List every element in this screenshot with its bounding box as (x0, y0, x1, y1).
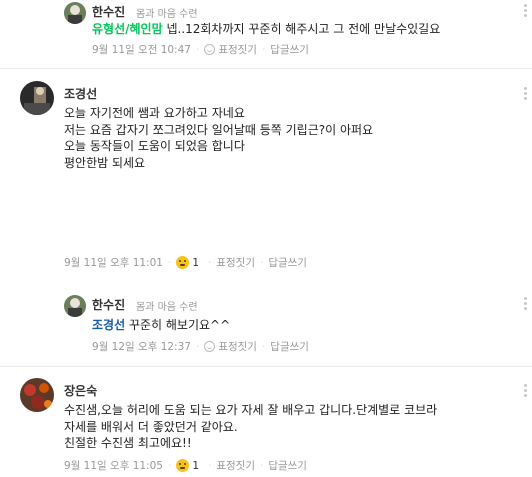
timestamp: 9월 11일 오전 10:47 (92, 44, 191, 56)
member-grade: 몸과 마음 수련 (136, 9, 198, 20)
comment-body: 넵..12회차까지 꾸준히 해주시고 그 전에 만날수있길요 (166, 22, 441, 36)
author-name[interactable]: 한수진 (92, 296, 125, 313)
mention[interactable]: 조경선 (92, 318, 125, 332)
comment-line: 평안한밤 되세요 (64, 155, 146, 170)
avatar-image (20, 378, 54, 412)
separator: · (195, 340, 200, 353)
emotion-count: 1 (192, 256, 199, 269)
author-name[interactable]: 조경선 (64, 85, 97, 102)
timestamp: 9월 11일 오후 11:05 (64, 460, 163, 472)
reply-comment: 한수진 몸과 마음 수련 유형선/혜인맘 넵..12회차까지 꾸준히 해주시고 … (0, 0, 532, 68)
avatar-image (64, 2, 86, 24)
emotion-button[interactable]: 표정짓기 (216, 458, 255, 473)
author-name[interactable]: 한수진 (92, 3, 125, 20)
comment: 조경선 오늘 자기전에 쌤과 요가하고 자네요 저는 요즘 갑자기 쪼그려있다 … (0, 69, 532, 282)
comment: 장은숙 수진샘,오늘 허리에 도움 되는 요가 자세 잘 배우고 갑니다.단계별… (0, 367, 532, 477)
more-options-icon[interactable] (524, 4, 528, 19)
comment-line: 저는 요즘 갑자기 쪼그려있다 일어날때 등쪽 기립근?이 아퍼요 (64, 122, 374, 137)
emotion-button[interactable]: 표정짓기 (218, 339, 257, 354)
comment-line: 수진샘,오늘 허리에 도움 되는 요가 자세 잘 배우고 갑니다.단계별로 코브… (64, 403, 438, 417)
separator: · (261, 43, 266, 56)
emotion-button[interactable]: 표정짓기 (218, 42, 257, 57)
avatar[interactable] (64, 295, 86, 317)
comment-meta: 9월 12일 오후 12:37 · 표정짓기 · 답글쓰기 (92, 339, 309, 354)
mention[interactable]: 유형선/혜인맘 (92, 22, 163, 36)
emotion-icon[interactable] (204, 341, 216, 352)
separator: · (167, 459, 172, 472)
comment-text: 조경선 꾸준히 해보기요^^ (92, 317, 230, 334)
reply-button[interactable]: 답글쓰기 (268, 255, 307, 270)
emoji-reaction-icon[interactable] (176, 256, 190, 269)
separator: · (259, 459, 264, 472)
emotion-count: 1 (192, 459, 199, 472)
reply-comment: 한수진 몸과 마음 수련 조경선 꾸준히 해보기요^^ 9월 12일 오후 12… (0, 283, 532, 365)
avatar-image (64, 295, 86, 317)
avatar[interactable] (20, 81, 54, 115)
comment-text: 오늘 자기전에 쌤과 요가하고 자네요 저는 요즘 갑자기 쪼그려있다 일어날때… (64, 105, 373, 171)
avatar[interactable] (64, 2, 86, 24)
reply-button[interactable]: 답글쓰기 (270, 42, 309, 57)
more-options-icon[interactable] (524, 384, 528, 399)
separator: · (208, 256, 212, 269)
avatar[interactable] (20, 378, 54, 412)
member-grade: 몸과 마음 수련 (136, 302, 198, 313)
separator: · (259, 256, 264, 269)
comment-line: 오늘 자기전에 쌤과 요가하고 자네요 (64, 106, 245, 120)
emoji-reaction-icon[interactable] (176, 459, 190, 472)
comment-meta: 9월 11일 오후 11:05 · 1 · 표정짓기 · 답글쓰기 (64, 458, 307, 473)
comment-text: 유형선/혜인맘 넵..12회차까지 꾸준히 해주시고 그 전에 만날수있길요 (92, 21, 440, 38)
emotion-button[interactable]: 표정짓기 (216, 255, 255, 270)
comment-line: 친절한 수진샘 최고에요!! (64, 436, 192, 450)
more-options-icon[interactable] (524, 297, 528, 312)
comment-line: 오늘 동작들이 도움이 되었음 합니다 (64, 139, 245, 153)
emotion-icon[interactable] (204, 44, 216, 55)
separator: · (261, 340, 266, 353)
separator: · (208, 459, 212, 472)
separator: · (195, 43, 200, 56)
separator: · (167, 256, 172, 269)
comment-text: 수진샘,오늘 허리에 도움 되는 요가 자세 잘 배우고 갑니다.단계별로 코브… (64, 402, 437, 452)
comment-line: 자세를 배워서 더 좋았던거 같아요. (64, 419, 238, 434)
reply-button[interactable]: 답글쓰기 (268, 458, 307, 473)
comment-body: 꾸준히 해보기요^^ (128, 318, 231, 332)
comment-meta: 9월 11일 오전 10:47 · 표정짓기 · 답글쓰기 (92, 42, 309, 57)
timestamp: 9월 12일 오후 12:37 (92, 341, 191, 353)
more-options-icon[interactable] (524, 87, 528, 102)
comment-meta: 9월 11일 오후 11:01 · 1 · 표정짓기 · 답글쓰기 (64, 255, 307, 270)
avatar-image (20, 81, 54, 115)
author-name[interactable]: 장은숙 (64, 382, 97, 399)
reply-button[interactable]: 답글쓰기 (270, 339, 309, 354)
timestamp: 9월 11일 오후 11:01 (64, 257, 163, 269)
